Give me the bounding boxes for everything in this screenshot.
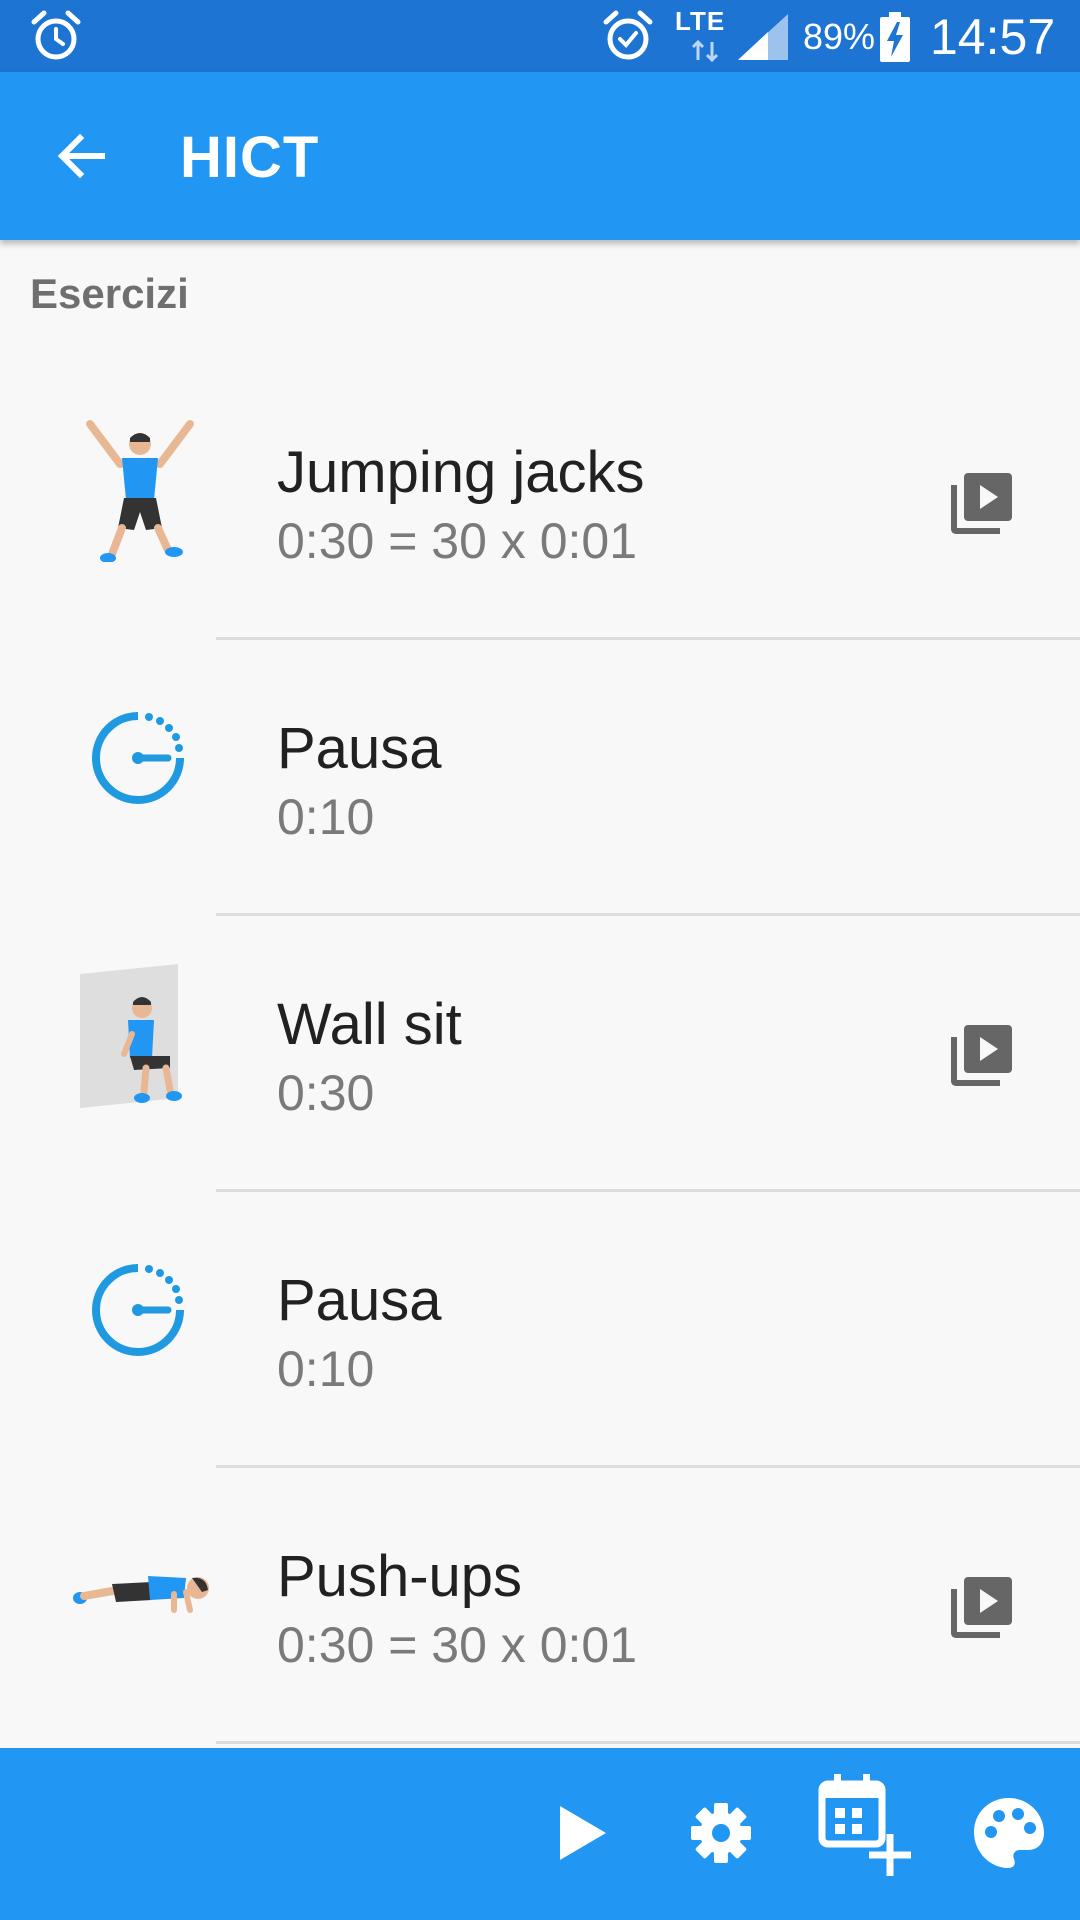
signal-icon bbox=[738, 14, 788, 60]
list-item[interactable]: Pausa 0:10 bbox=[0, 640, 1080, 916]
battery-charging-icon bbox=[880, 12, 910, 62]
video-library-icon[interactable] bbox=[950, 1575, 1014, 1639]
jumping-jacks-figure bbox=[86, 420, 194, 562]
page-title: HICT bbox=[180, 125, 320, 190]
video-library-icon[interactable] bbox=[950, 471, 1014, 535]
exercise-duration: 0:30 bbox=[277, 1065, 375, 1121]
list-item[interactable]: Pausa 0:10 bbox=[0, 1192, 1080, 1468]
exercise-duration: 0:10 bbox=[277, 789, 375, 845]
data-arrows-icon bbox=[691, 40, 719, 62]
exercise-duration: 0:30 = 30 x 0:01 bbox=[277, 513, 638, 569]
exercise-name: Pausa bbox=[277, 716, 442, 781]
exercise-name: Push-ups bbox=[277, 1544, 523, 1609]
palette-icon[interactable] bbox=[964, 1788, 1054, 1878]
divider bbox=[216, 1741, 1080, 1744]
clock: 14:57 bbox=[930, 9, 1056, 65]
arrow-back-icon[interactable] bbox=[52, 126, 112, 186]
exercise-duration: 0:30 = 30 x 0:01 bbox=[277, 1617, 638, 1673]
exercise-duration: 0:10 bbox=[277, 1341, 375, 1397]
list-item[interactable]: Push-ups 0:30 = 30 x 0:01 bbox=[0, 1468, 1080, 1744]
list-item[interactable]: Wall sit 0:30 bbox=[0, 916, 1080, 1192]
alarm-icon bbox=[31, 10, 81, 60]
calendar-add-icon[interactable] bbox=[818, 1772, 918, 1882]
settings-icon[interactable] bbox=[676, 1788, 766, 1878]
exercise-list: Jumping jacks 0:30 = 30 x 0:01 Pausa 0:1… bbox=[0, 364, 1080, 1744]
bottom-action-bar bbox=[0, 1748, 1080, 1920]
timer-icon bbox=[92, 1264, 184, 1356]
app-bar: HICT bbox=[0, 72, 1080, 240]
list-item[interactable]: Jumping jacks 0:30 = 30 x 0:01 bbox=[0, 364, 1080, 640]
status-bar: LTE 89% 14:57 bbox=[0, 0, 1080, 72]
alarm-check-icon bbox=[603, 10, 653, 60]
network-type: LTE bbox=[675, 6, 726, 36]
section-header: Esercizi bbox=[30, 270, 189, 317]
video-library-icon[interactable] bbox=[950, 1023, 1014, 1087]
exercise-name: Pausa bbox=[277, 1268, 442, 1333]
timer-icon bbox=[92, 712, 184, 804]
battery-percent: 89% bbox=[803, 16, 876, 57]
wall-sit-figure bbox=[80, 964, 182, 1108]
play-icon[interactable] bbox=[538, 1788, 628, 1878]
push-ups-figure bbox=[73, 1576, 209, 1613]
exercise-name: Jumping jacks bbox=[277, 440, 645, 505]
exercise-name: Wall sit bbox=[277, 992, 462, 1057]
